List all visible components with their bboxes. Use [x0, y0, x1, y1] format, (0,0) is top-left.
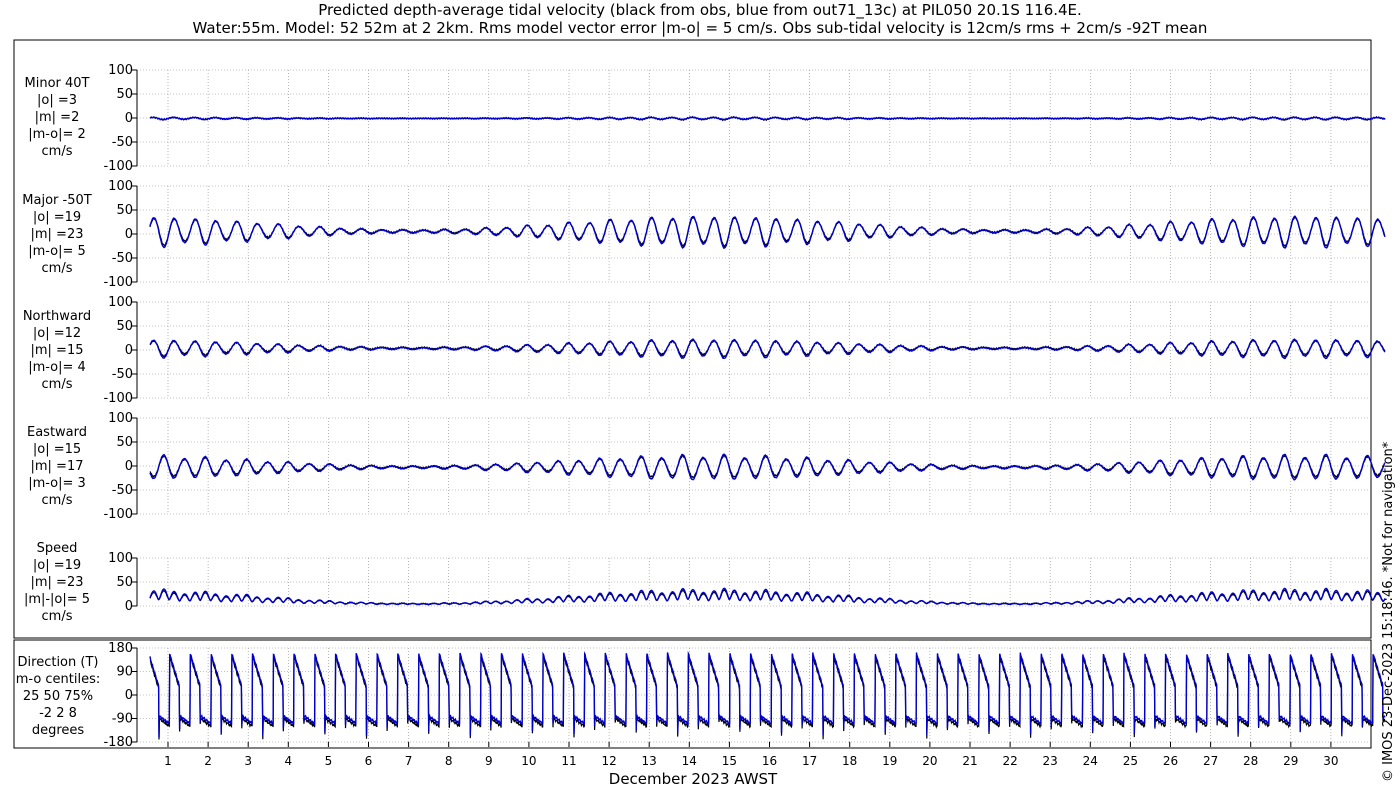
series-model-line — [149, 338, 1386, 360]
chart-title-line2: Water:55m. Model: 52 52m at 2 2km. Rms m… — [192, 19, 1208, 37]
x-tick-label: 28 — [1243, 754, 1258, 768]
x-tick-label: 13 — [642, 754, 657, 768]
y-tick-label: 50 — [116, 87, 133, 102]
x-tick-label: 27 — [1203, 754, 1218, 768]
y-tick-label: 90 — [116, 665, 133, 680]
x-tick-label: 7 — [405, 754, 413, 768]
x-tick-label: 18 — [842, 754, 857, 768]
y-tick-label: 100 — [108, 179, 133, 194]
y-tick-label: 50 — [116, 435, 133, 450]
y-tick-label: 50 — [116, 575, 133, 590]
y-tick-label: 100 — [108, 551, 133, 566]
lower-frame — [13, 639, 1372, 749]
y-tick-label: 100 — [108, 295, 133, 310]
x-tick-label: 30 — [1323, 754, 1338, 768]
y-tick-label: 0 — [125, 343, 133, 358]
y-tick-label: -90 — [112, 712, 133, 727]
y-tick-label: 0 — [125, 688, 133, 703]
y-tick-label: 0 — [125, 111, 133, 126]
x-tick-label: 14 — [682, 754, 697, 768]
panel-label-major: Major -50T |o| =19 |m| =23 |m-o|= 5 cm/s — [22, 193, 92, 276]
y-tick-label: 50 — [116, 203, 133, 218]
y-tick-label: 100 — [108, 411, 133, 426]
y-tick-label: 180 — [108, 641, 133, 656]
series-model-line — [149, 453, 1386, 481]
copyright-notice: © IMOS 23-Dec-2023 15:18:46. *Not for na… — [1381, 441, 1396, 782]
x-tick-label: 12 — [601, 754, 616, 768]
x-tick-label: 29 — [1283, 754, 1298, 768]
x-axis: 1 2 3 4 5 6 7 8 9 10 11 12 13 14 15 16 17 18 19 20 21 22 23 24 2… — [164, 742, 1339, 788]
panel-0: 100 50 0 -50 -100 — [103, 63, 1386, 174]
panel-label-direction: Direction (T) m-o centiles: 25 50 75% -2 2 … — [15, 655, 101, 738]
y-tick-label: 100 — [108, 63, 133, 78]
panel-label-minor: Minor 40T |o| =3 |m| =2 |m-o|= 2 cm/s — [24, 76, 90, 159]
x-tick-label: 15 — [722, 754, 737, 768]
x-tick-label: 22 — [1002, 754, 1017, 768]
x-tick-label: 25 — [1123, 754, 1138, 768]
panel-2: 100 50 0 -50 -100 — [103, 295, 1386, 406]
y-tick-label: -50 — [112, 251, 133, 266]
y-tick-label: -100 — [103, 507, 133, 522]
x-tick-label: 20 — [922, 754, 937, 768]
x-tick-label: 24 — [1083, 754, 1098, 768]
tidal-velocity-chart: 100500-50-100100500-50-100100500-50-1001… — [13, 39, 1386, 788]
panel-1: 100 50 0 -50 -100 — [103, 179, 1386, 290]
x-tick-label: 2 — [204, 754, 212, 768]
panel-label-speed: Speed |o| =19 |m| =23 |m|-|o|= 5 cm/s — [23, 541, 91, 624]
y-tick-label: -50 — [112, 367, 133, 382]
panel-3: 100 50 0 -50 -100 — [103, 411, 1386, 522]
x-tick-label: 11 — [561, 754, 576, 768]
x-tick-label: 1 — [164, 754, 172, 768]
x-tick-label: 5 — [325, 754, 333, 768]
panel-label-eastward: Eastward |o| =15 |m| =17 |m-o|= 3 cm/s — [26, 425, 88, 508]
x-tick-label: 8 — [445, 754, 453, 768]
panel-4: 100 50 0 — [108, 551, 1386, 614]
panel-label-northward: Northward |o| =12 |m| =15 |m-o|= 4 cm/s — [22, 309, 92, 392]
x-tick-label: 6 — [365, 754, 373, 768]
y-tick-label: -50 — [112, 135, 133, 150]
x-tick-label: 16 — [762, 754, 777, 768]
y-tick-label: -100 — [103, 391, 133, 406]
y-tick-label: -100 — [103, 159, 133, 174]
y-tick-label: -50 — [112, 483, 133, 498]
x-tick-label: 10 — [521, 754, 536, 768]
panel-5: 180900-90-180 — [103, 641, 1386, 750]
x-tick-label: 21 — [962, 754, 977, 768]
series-model-line — [149, 115, 1386, 121]
x-tick-label: 17 — [802, 754, 817, 768]
x-tick-label: 3 — [244, 754, 252, 768]
x-tick-label: 9 — [485, 754, 493, 768]
y-tick-label: 0 — [125, 227, 133, 242]
x-tick-label: 26 — [1163, 754, 1178, 768]
chart-title-line1: Predicted depth-average tidal velocity (… — [318, 1, 1082, 19]
x-axis-label: December 2023 AWST — [609, 770, 778, 788]
y-tick-label: 0 — [125, 459, 133, 474]
series-model-line — [149, 215, 1386, 250]
x-tick-label: 23 — [1043, 754, 1058, 768]
y-tick-label: 0 — [125, 599, 133, 614]
y-tick-label: -100 — [103, 275, 133, 290]
y-tick-label: 50 — [116, 319, 133, 334]
x-tick-label: 19 — [882, 754, 897, 768]
x-tick-label: 4 — [284, 754, 292, 768]
